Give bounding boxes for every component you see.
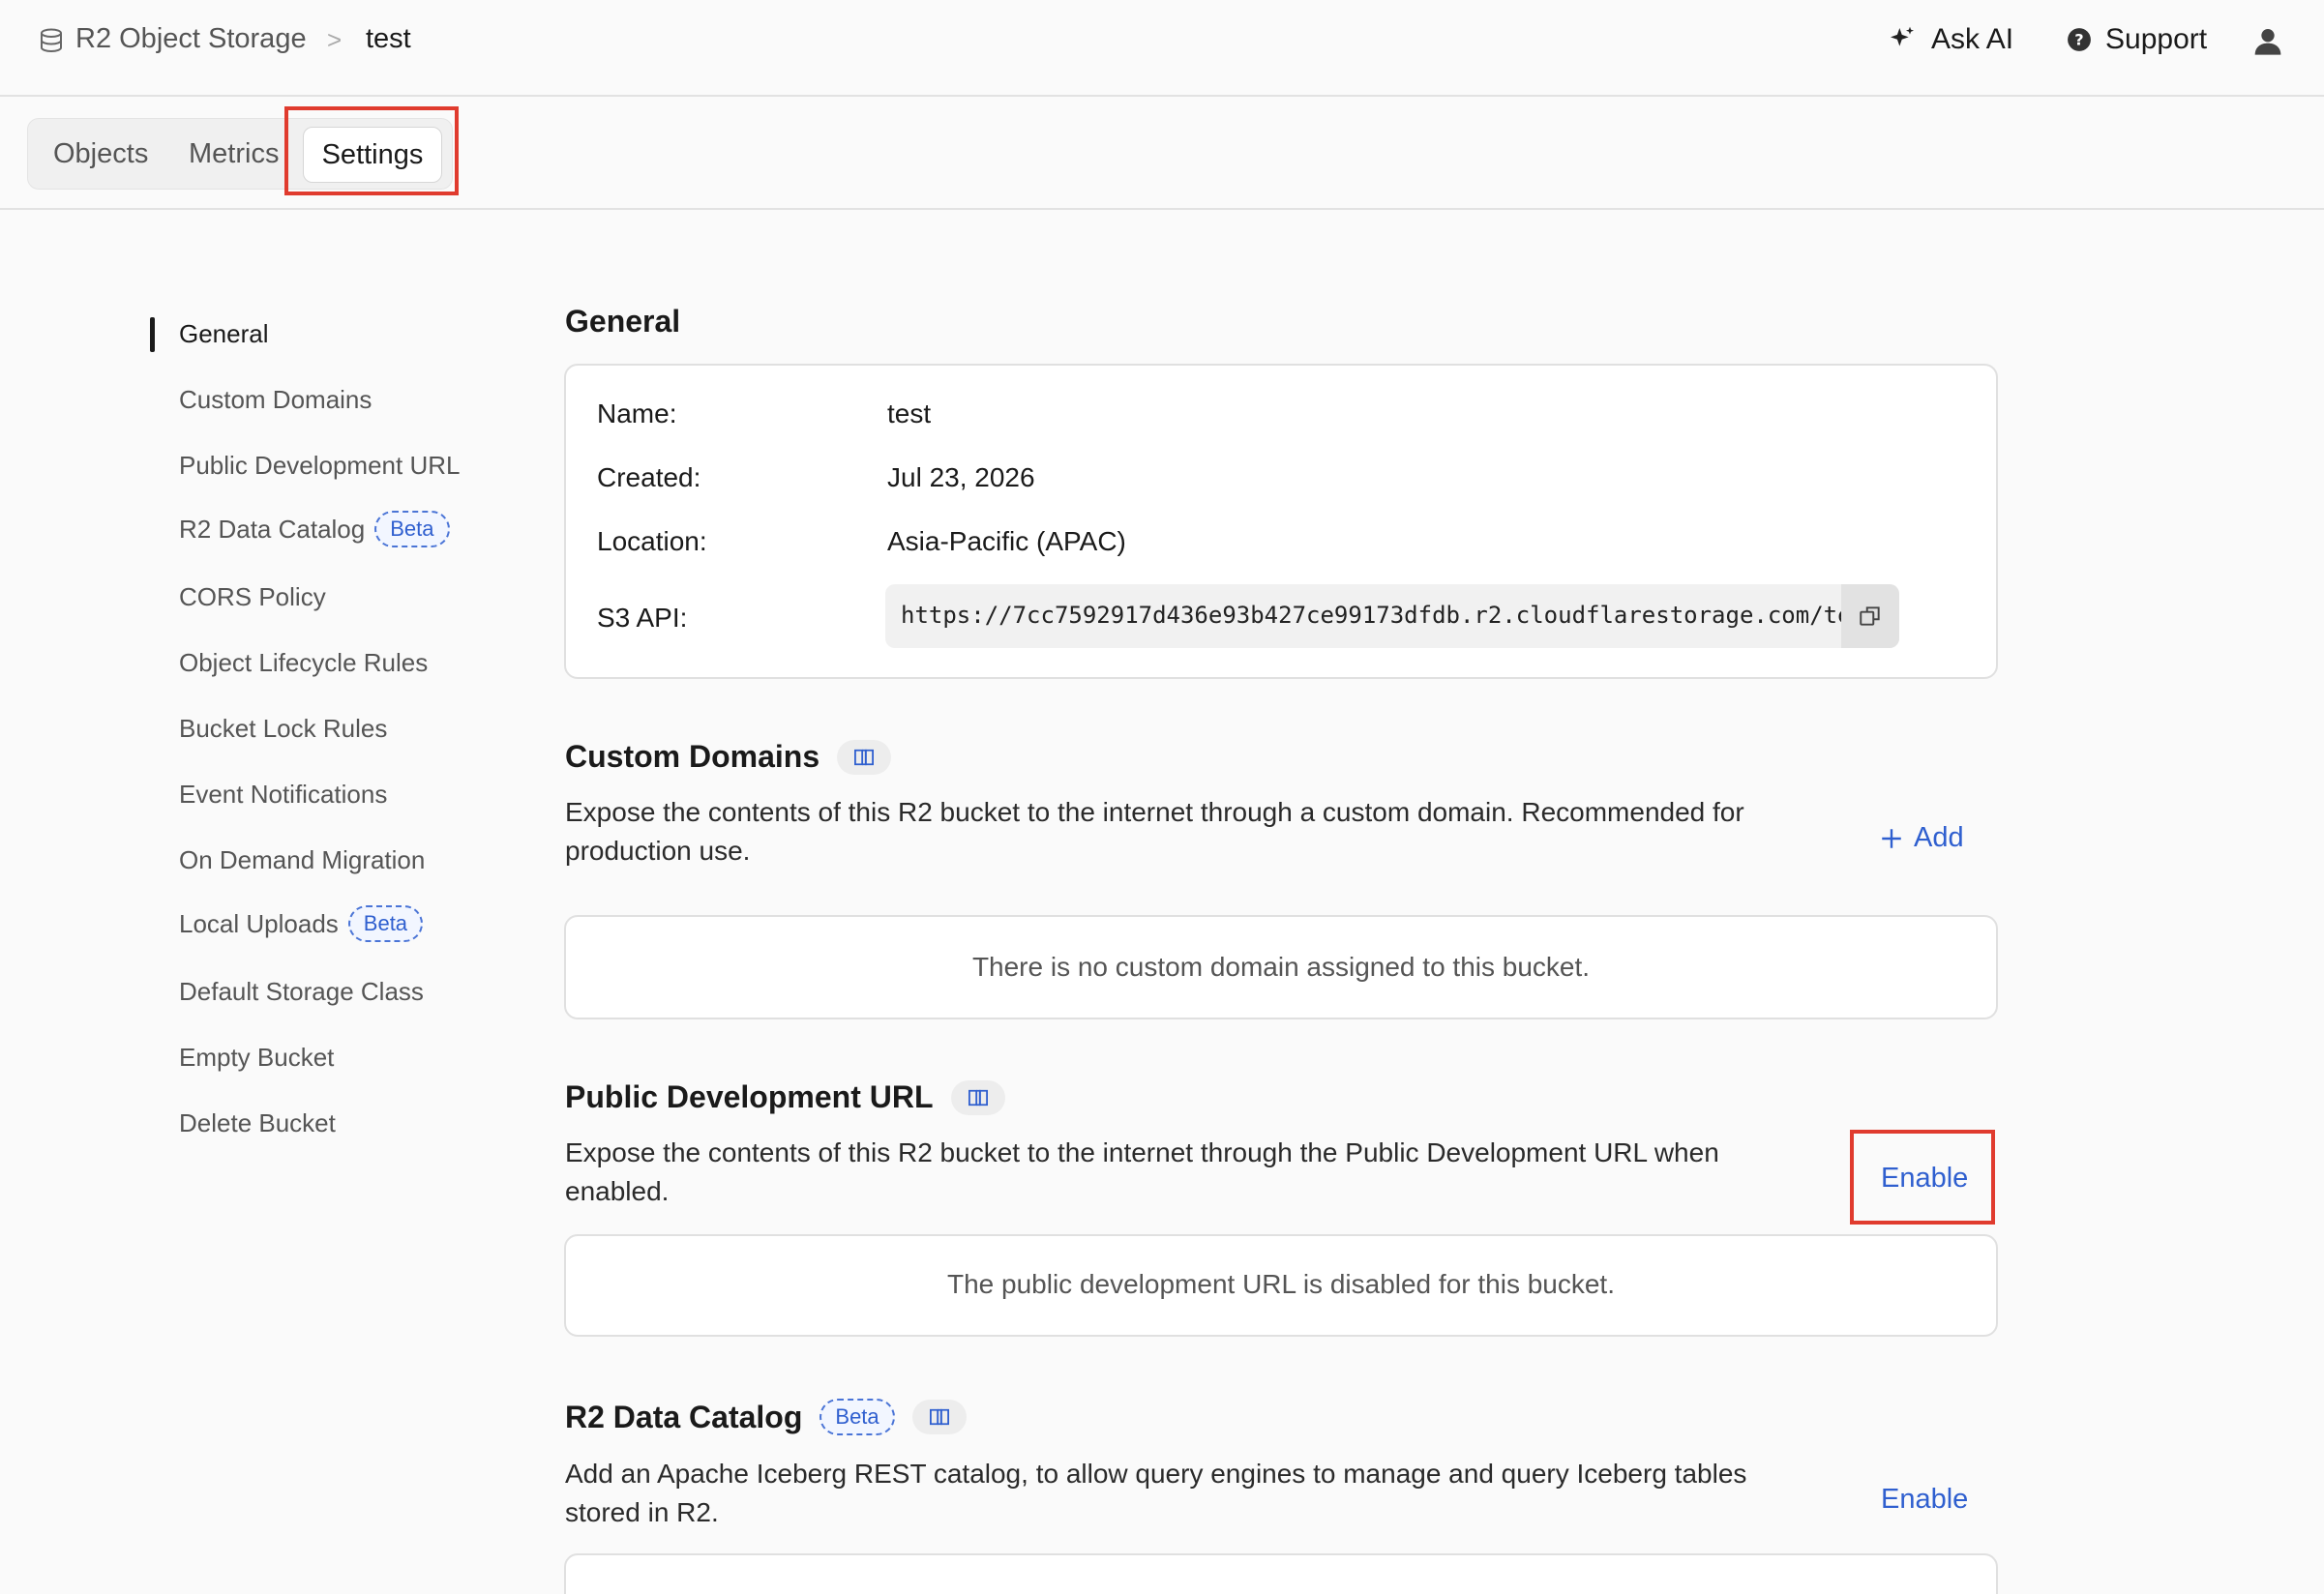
svg-text:?: ? xyxy=(2074,30,2083,48)
breadcrumb-separator: > xyxy=(327,25,343,54)
sidebar-item-r2-data-catalog[interactable]: R2 Data Catalog Beta xyxy=(179,511,450,547)
breadcrumb-current: test xyxy=(366,23,411,54)
location-label: Location: xyxy=(597,526,707,556)
location-value: Asia-Pacific (APAC) xyxy=(887,526,1126,556)
public-dev-url-empty: The public development URL is disabled f… xyxy=(947,1269,1615,1299)
tab-group: Objects Metrics Settings xyxy=(27,118,453,190)
database-icon xyxy=(41,28,62,53)
custom-domains-card: There is no custom domain assigned to th… xyxy=(564,915,1998,1019)
sidebar-item-delete-bucket[interactable]: Delete Bucket xyxy=(179,1108,336,1138)
sidebar-item-general[interactable]: General xyxy=(179,319,269,349)
public-dev-url-title: Public Development URL xyxy=(565,1079,1005,1115)
sidebar-item-local-uploads[interactable]: Local Uploads Beta xyxy=(179,905,424,942)
public-dev-url-card: The public development URL is disabled f… xyxy=(564,1234,1998,1337)
tab-bar: Objects Metrics Settings xyxy=(0,97,2324,210)
general-card: Name: test Created: Jul 23, 2026 Locatio… xyxy=(564,364,1998,679)
sidebar-item-empty-bucket[interactable]: Empty Bucket xyxy=(179,1043,334,1073)
beta-badge: Beta xyxy=(819,1399,895,1435)
sparkle-icon xyxy=(1891,26,1914,46)
book-icon[interactable] xyxy=(837,739,892,775)
add-custom-domain-button[interactable]: Add xyxy=(1879,822,1964,854)
sidebar-item-object-lifecycle-rules[interactable]: Object Lifecycle Rules xyxy=(179,648,428,678)
support-label: Support xyxy=(2105,23,2208,55)
created-label: Created: xyxy=(597,462,701,492)
s3-api-field[interactable]: https://7cc7592917d436e93b427ce99173dfdb… xyxy=(885,584,1899,648)
user-icon[interactable] xyxy=(2252,25,2283,56)
beta-badge: Beta xyxy=(374,511,450,547)
s3-api-label: S3 API: xyxy=(597,603,688,633)
copy-icon xyxy=(1860,606,1880,626)
sidebar-item-cors-policy[interactable]: CORS Policy xyxy=(179,582,326,612)
sidebar-item-on-demand-migration[interactable]: On Demand Migration xyxy=(179,845,425,875)
enable-public-dev-url-button[interactable]: Enable xyxy=(1881,1163,1968,1195)
copy-button[interactable] xyxy=(1841,584,1899,648)
ask-ai-label: Ask AI xyxy=(1931,23,2014,55)
support-button[interactable]: ? Support xyxy=(2067,23,2207,56)
custom-domains-empty: There is no custom domain assigned to th… xyxy=(971,952,1591,982)
custom-domains-description: Expose the contents of this R2 bucket to… xyxy=(565,797,1744,866)
plus-icon xyxy=(1882,828,1901,848)
data-catalog-title: R2 Data Catalog Beta xyxy=(565,1399,967,1435)
s3-api-value[interactable]: https://7cc7592917d436e93b427ce99173dfdb… xyxy=(901,602,1859,629)
book-icon[interactable] xyxy=(911,1400,967,1434)
name-value: test xyxy=(887,398,932,428)
data-catalog-description: Add an Apache Iceberg REST catalog, to a… xyxy=(565,1459,1747,1527)
enable-data-catalog-button[interactable]: Enable xyxy=(1881,1484,1968,1516)
book-icon[interactable] xyxy=(950,1079,1005,1115)
created-value: Jul 23, 2026 xyxy=(887,462,1035,492)
general-title: General xyxy=(565,304,681,339)
sidebar-item-default-storage-class[interactable]: Default Storage Class xyxy=(179,977,424,1007)
breadcrumb-root[interactable]: R2 Object Storage xyxy=(75,23,307,55)
sidebar-item-event-notifications[interactable]: Event Notifications xyxy=(179,780,387,810)
sidebar-item-custom-domains[interactable]: Custom Domains xyxy=(179,385,372,415)
help-icon: ? xyxy=(2068,28,2091,51)
tab-metrics[interactable]: Metrics xyxy=(189,138,279,170)
top-bar: R2 Object Storage > test Ask AI ? Suppor… xyxy=(0,0,2324,97)
sidebar-item-public-development-url[interactable]: Public Development URL xyxy=(179,451,460,481)
data-catalog-card xyxy=(564,1553,1998,1594)
public-dev-url-description: Expose the contents of this R2 bucket to… xyxy=(565,1137,1719,1206)
beta-badge: Beta xyxy=(347,905,424,942)
name-label: Name: xyxy=(597,398,677,428)
ask-ai-button[interactable]: Ask AI xyxy=(1887,23,2013,56)
tab-objects[interactable]: Objects xyxy=(53,138,148,170)
custom-domains-title: Custom Domains xyxy=(565,739,892,775)
active-indicator xyxy=(150,317,155,352)
tab-settings[interactable]: Settings xyxy=(303,127,442,183)
sidebar-item-bucket-lock-rules[interactable]: Bucket Lock Rules xyxy=(179,714,387,744)
